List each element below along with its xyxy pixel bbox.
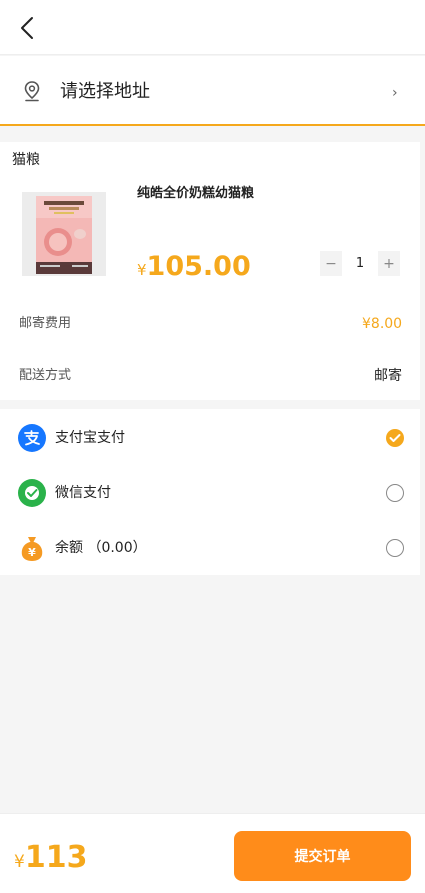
quantity-decrement-button[interactable]: − [320,251,342,276]
currency-symbol: ¥ [137,261,147,279]
chevron-left-icon [21,17,33,39]
total-value: 113 [24,840,88,875]
alipay-icon [18,424,46,452]
wechat-pay-icon [18,479,46,507]
total-currency-symbol: ¥ [14,852,25,872]
shipping-fee-value: ¥8.00 [362,316,403,332]
location-pin-icon [24,81,40,102]
shipping-fee-label: 邮寄费用 [19,316,72,331]
radio-selected-icon[interactable] [386,429,404,447]
radio-unselected-icon[interactable] [386,484,404,502]
order-total: ¥113 [14,838,87,882]
payment-option-balance[interactable]: ¥ 余额 （0.00） [0,521,420,575]
shop-name: 猫粮 [12,152,40,168]
payment-option-wechat[interactable]: 微信支付 [0,466,420,520]
product-name: 纯皓全价奶糕幼猫粮 [137,186,255,201]
svg-text:¥: ¥ [28,546,36,559]
quantity-stepper: − 1 + [320,251,400,276]
product-image [22,192,106,276]
quantity-increment-button[interactable]: + [378,251,400,276]
chevron-right-icon: › [392,85,398,101]
submit-order-button[interactable]: 提交订单 [234,831,411,881]
payment-label-wechat: 微信支付 [55,485,111,501]
address-placeholder[interactable]: 请选择地址 [60,80,150,104]
delivery-method-label: 配送方式 [19,368,72,383]
balance-money-bag-icon: ¥ [18,534,46,562]
product-price: ¥105.00 [137,250,251,287]
payment-label-alipay: 支付宝支付 [55,430,125,446]
delivery-method-value: 邮寄 [374,368,402,384]
payment-option-alipay[interactable]: 支付宝支付 [0,411,420,465]
back-button[interactable] [14,14,40,42]
quantity-value[interactable]: 1 [342,251,378,276]
payment-label-balance: 余额 （0.00） [55,540,147,556]
price-value: 105.00 [146,251,251,282]
top-bar [0,0,425,55]
radio-unselected-icon[interactable] [386,539,404,557]
